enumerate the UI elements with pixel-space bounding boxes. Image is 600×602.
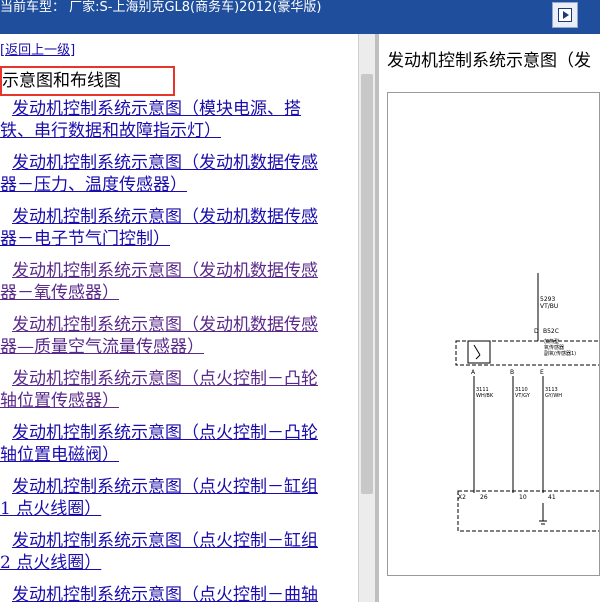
diagram-link[interactable]: 发动机控制系统示意图（模块电源、搭 铁、串行数据和故障指示灯） xyxy=(0,98,358,142)
diagram-link-line1: 发动机控制系统示意图（点火控制－缸组 xyxy=(12,531,318,551)
svg-text:WH/BK: WH/BK xyxy=(476,393,494,399)
svg-text:X2: X2 xyxy=(458,494,466,501)
svg-text:VT/GY: VT/GY xyxy=(515,393,531,399)
svg-text:5293: 5293 xyxy=(540,296,555,303)
diagram-link-line2: 器—质量空气流量传感器） xyxy=(0,337,204,357)
diagram-link[interactable]: 发动机控制系统示意图（点火控制－缸组 1 点火线圈） xyxy=(0,476,358,520)
svg-text:10: 10 xyxy=(519,494,527,501)
diagram-link[interactable]: 发动机控制系统示意图（发动机数据传感 器－压力、温度传感器） xyxy=(0,152,358,196)
diagram-link-line1: 发动机控制系统示意图（发动机数据传感 xyxy=(12,315,318,335)
section-title-text: 示意图和布线图 xyxy=(2,71,121,91)
diagram-link-line2: 2 点火线圈） xyxy=(0,553,102,573)
diagram-link-line2: 1 点火线圈） xyxy=(0,499,102,519)
diagram-link-line2: 铁、串行数据和故障指示灯） xyxy=(0,121,221,141)
diagram-link[interactable]: 发动机控制系统示意图（点火控制－凸轮 轴位置传感器） xyxy=(0,368,358,412)
diagram-link-line1: 发动机控制系统示意图（模块电源、搭 xyxy=(12,99,301,119)
diagram-link[interactable]: 发动机控制系统示意图（发动机数据传感 器—质量空气流量传感器） xyxy=(0,314,358,358)
diagram-link-line1: 发动机控制系统示意图（发动机数据传感 xyxy=(12,153,318,173)
svg-text:加热型: 加热型 xyxy=(544,338,559,345)
title-bar: 当前车型： 厂家:S-上海别克GL8(商务车)2012(豪华版) xyxy=(0,0,600,34)
content-pane: 发动机控制系统示意图（发 5293 VT/BU D B52C 加热型 氧传感器 … xyxy=(379,34,600,602)
diagram-link-line2: 轴位置电磁阀） xyxy=(0,445,119,465)
diagram-title: 发动机控制系统示意图（发 xyxy=(387,51,591,71)
diagram-link-line2: 轴位置传感器） xyxy=(0,391,119,411)
diagram-link-line2: 器－氧传感器） xyxy=(0,283,119,303)
diagram-link-line1: 发动机控制系统示意图（点火控制－曲轴 xyxy=(12,585,318,602)
section-title: 示意图和布线图 xyxy=(0,66,175,96)
back-link[interactable]: [返回上一级] xyxy=(0,39,75,58)
diagram-link-line1: 发动机控制系统示意图（点火控制－凸轮 xyxy=(12,423,318,443)
diagram-link[interactable]: 发动机控制系统示意图（点火控制－缸组 2 点火线圈） xyxy=(0,530,358,574)
diagram-link-line1: 发动机控制系统示意图（点火控制－凸轮 xyxy=(12,369,318,389)
wiring-diagram-svg: 5293 VT/BU D B52C 加热型 氧传感器 副氧(传感器1) A B … xyxy=(455,273,600,532)
svg-text:B52C: B52C xyxy=(543,328,559,335)
svg-text:B: B xyxy=(510,369,514,376)
scrollbar-thumb[interactable] xyxy=(361,74,373,494)
diagram-link-line1: 发动机控制系统示意图（点火控制－缸组 xyxy=(12,477,318,497)
svg-text:副氧(传感器1): 副氧(传感器1) xyxy=(544,350,576,357)
diagram-link[interactable]: 发动机控制系统示意图（发动机数据传感 器－氧传感器） xyxy=(0,260,358,304)
diagram-link-line1: 发动机控制系统示意图（发动机数据传感 xyxy=(12,207,318,227)
diagram-link-line1: 发动机控制系统示意图（发动机数据传感 xyxy=(12,261,318,281)
diagram-link[interactable]: 发动机控制系统示意图（发动机数据传感 器－电子节气门控制） xyxy=(0,206,358,250)
svg-text:GY/WH: GY/WH xyxy=(545,393,562,399)
wiring-diagram: 5293 VT/BU D B52C 加热型 氧传感器 副氧(传感器1) A B … xyxy=(387,92,600,576)
svg-text:氧传感器: 氧传感器 xyxy=(544,344,564,351)
expand-button[interactable] xyxy=(552,2,578,28)
expand-arrow-icon xyxy=(558,8,572,22)
svg-text:D: D xyxy=(534,328,539,335)
svg-text:E: E xyxy=(540,369,544,376)
diagram-link[interactable]: 发动机控制系统示意图（点火控制－曲轴 xyxy=(0,584,358,602)
diagram-link-line2: 器－电子节气门控制） xyxy=(0,229,170,249)
svg-text:26: 26 xyxy=(480,494,488,501)
svg-text:A: A xyxy=(471,369,476,376)
vehicle-model-title: 当前车型： 厂家:S-上海别克GL8(商务车)2012(豪华版) xyxy=(0,0,322,15)
diagram-link-line2: 器－压力、温度传感器） xyxy=(0,175,187,195)
navigation-pane: [返回上一级] 示意图和布线图 发动机控制系统示意图（模块电源、搭 铁、串行数据和… xyxy=(0,34,358,602)
left-scrollbar[interactable] xyxy=(358,34,375,602)
svg-text:41: 41 xyxy=(548,494,556,501)
svg-text:VT/BU: VT/BU xyxy=(540,303,558,310)
diagram-link[interactable]: 发动机控制系统示意图（点火控制－凸轮 轴位置电磁阀） xyxy=(0,422,358,466)
